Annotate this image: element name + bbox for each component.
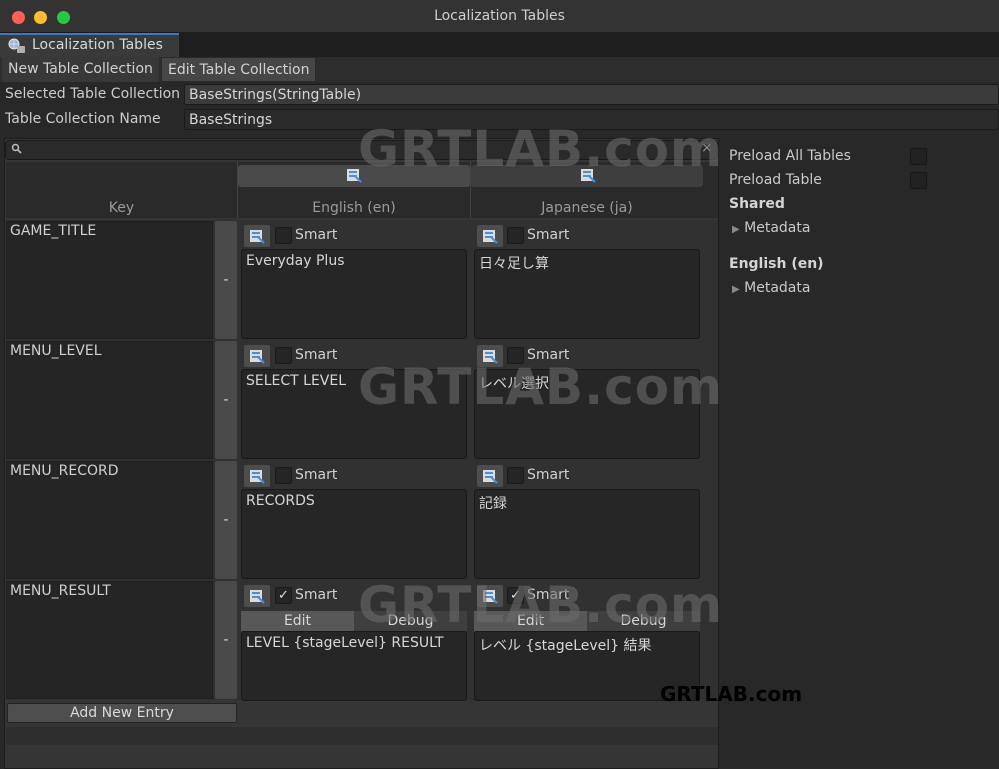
- watermark: GRTLAB.com: [358, 358, 724, 416]
- string-table-icon: [483, 470, 498, 484]
- key-label: MENU_RESULT: [10, 583, 111, 599]
- smart-checkbox[interactable]: [507, 467, 524, 484]
- triangle-right-icon: ▶: [732, 224, 740, 235]
- watermark: GRTLAB.com: [358, 576, 724, 634]
- table-icon-button[interactable]: [477, 465, 503, 487]
- search-icon: [11, 143, 22, 154]
- tab-label: Localization Tables: [32, 37, 163, 53]
- ja-value-textarea[interactable]: 記録: [474, 489, 700, 579]
- ja-value-textarea[interactable]: 日々足し算: [474, 249, 700, 339]
- en-value-textarea[interactable]: Everyday Plus: [241, 249, 467, 339]
- window-title: Localization Tables: [434, 8, 565, 24]
- english-metadata-foldout[interactable]: ▶ Metadata: [732, 280, 810, 296]
- column-divider: [237, 162, 238, 218]
- smart-label: Smart: [527, 227, 570, 243]
- smart-label: Smart: [295, 467, 338, 483]
- en-value-textarea[interactable]: RECORDS: [241, 489, 467, 579]
- metadata-label: Metadata: [744, 280, 811, 296]
- metadata-label: Metadata: [744, 220, 811, 236]
- string-table-icon: [250, 350, 265, 364]
- tab-localization-tables[interactable]: Localization Tables: [0, 33, 179, 57]
- add-new-entry-button[interactable]: Add New Entry: [7, 703, 237, 723]
- smart-label: Smart: [295, 227, 338, 243]
- selected-collection-dropdown[interactable]: BaseStrings(StringTable): [184, 84, 999, 105]
- key-label: MENU_LEVEL: [10, 343, 102, 359]
- smart-label: Smart: [295, 587, 338, 603]
- en-column-header[interactable]: English (en): [238, 198, 470, 218]
- table-icon-button[interactable]: [244, 585, 270, 607]
- smart-label: Smart: [527, 467, 570, 483]
- english-section-label: English (en): [729, 256, 824, 272]
- checkmark-icon: ✓: [278, 588, 289, 603]
- preload-all-tables-label: Preload All Tables: [729, 148, 851, 164]
- shared-metadata-foldout[interactable]: ▶ Metadata: [732, 220, 810, 236]
- edit-table-collection-button[interactable]: Edit Table Collection: [161, 57, 316, 82]
- preload-table-label: Preload Table: [729, 172, 822, 188]
- table-icon-button[interactable]: [244, 345, 270, 367]
- string-table-icon: [250, 470, 265, 484]
- smart-checkbox[interactable]: [507, 227, 524, 244]
- smart-label: Smart: [295, 347, 338, 363]
- string-table-icon: [483, 230, 498, 244]
- key-label: MENU_RECORD: [10, 463, 119, 479]
- string-table-icon: [250, 590, 265, 604]
- smart-checkbox-checked[interactable]: ✓: [275, 587, 292, 604]
- triangle-right-icon: ▶: [732, 284, 740, 295]
- table-footer: [6, 727, 718, 745]
- watermark-small: GRTLAB.com: [660, 682, 803, 706]
- smart-checkbox[interactable]: [275, 227, 292, 244]
- new-table-collection-button[interactable]: New Table Collection: [2, 57, 159, 82]
- watermark: GRTLAB.com: [358, 120, 724, 178]
- table-icon-button[interactable]: [244, 225, 270, 247]
- remove-entry-button[interactable]: -: [215, 341, 237, 459]
- smart-checkbox[interactable]: [275, 467, 292, 484]
- en-value-textarea[interactable]: LEVEL {stageLevel} RESULT: [241, 631, 467, 701]
- key-label: GAME_TITLE: [10, 223, 97, 239]
- ja-column-header[interactable]: Japanese (ja): [471, 198, 703, 218]
- remove-entry-button[interactable]: -: [215, 461, 237, 579]
- remove-entry-button[interactable]: -: [215, 581, 237, 699]
- remove-entry-button[interactable]: -: [215, 221, 237, 339]
- selected-collection-label: Selected Table Collection: [5, 86, 181, 102]
- preload-all-tables-checkbox[interactable]: [910, 148, 927, 165]
- table-icon-button[interactable]: [244, 465, 270, 487]
- string-table-icon: [250, 230, 265, 244]
- preload-table-checkbox[interactable]: [910, 172, 927, 189]
- table-icon-button[interactable]: [477, 225, 503, 247]
- collection-name-label: Table Collection Name: [5, 111, 161, 127]
- shared-section-label: Shared: [729, 196, 785, 212]
- localization-icon: [8, 38, 25, 53]
- tab-edit[interactable]: Edit: [241, 611, 354, 631]
- key-column-header[interactable]: Key: [6, 198, 237, 218]
- smart-checkbox[interactable]: [275, 347, 292, 364]
